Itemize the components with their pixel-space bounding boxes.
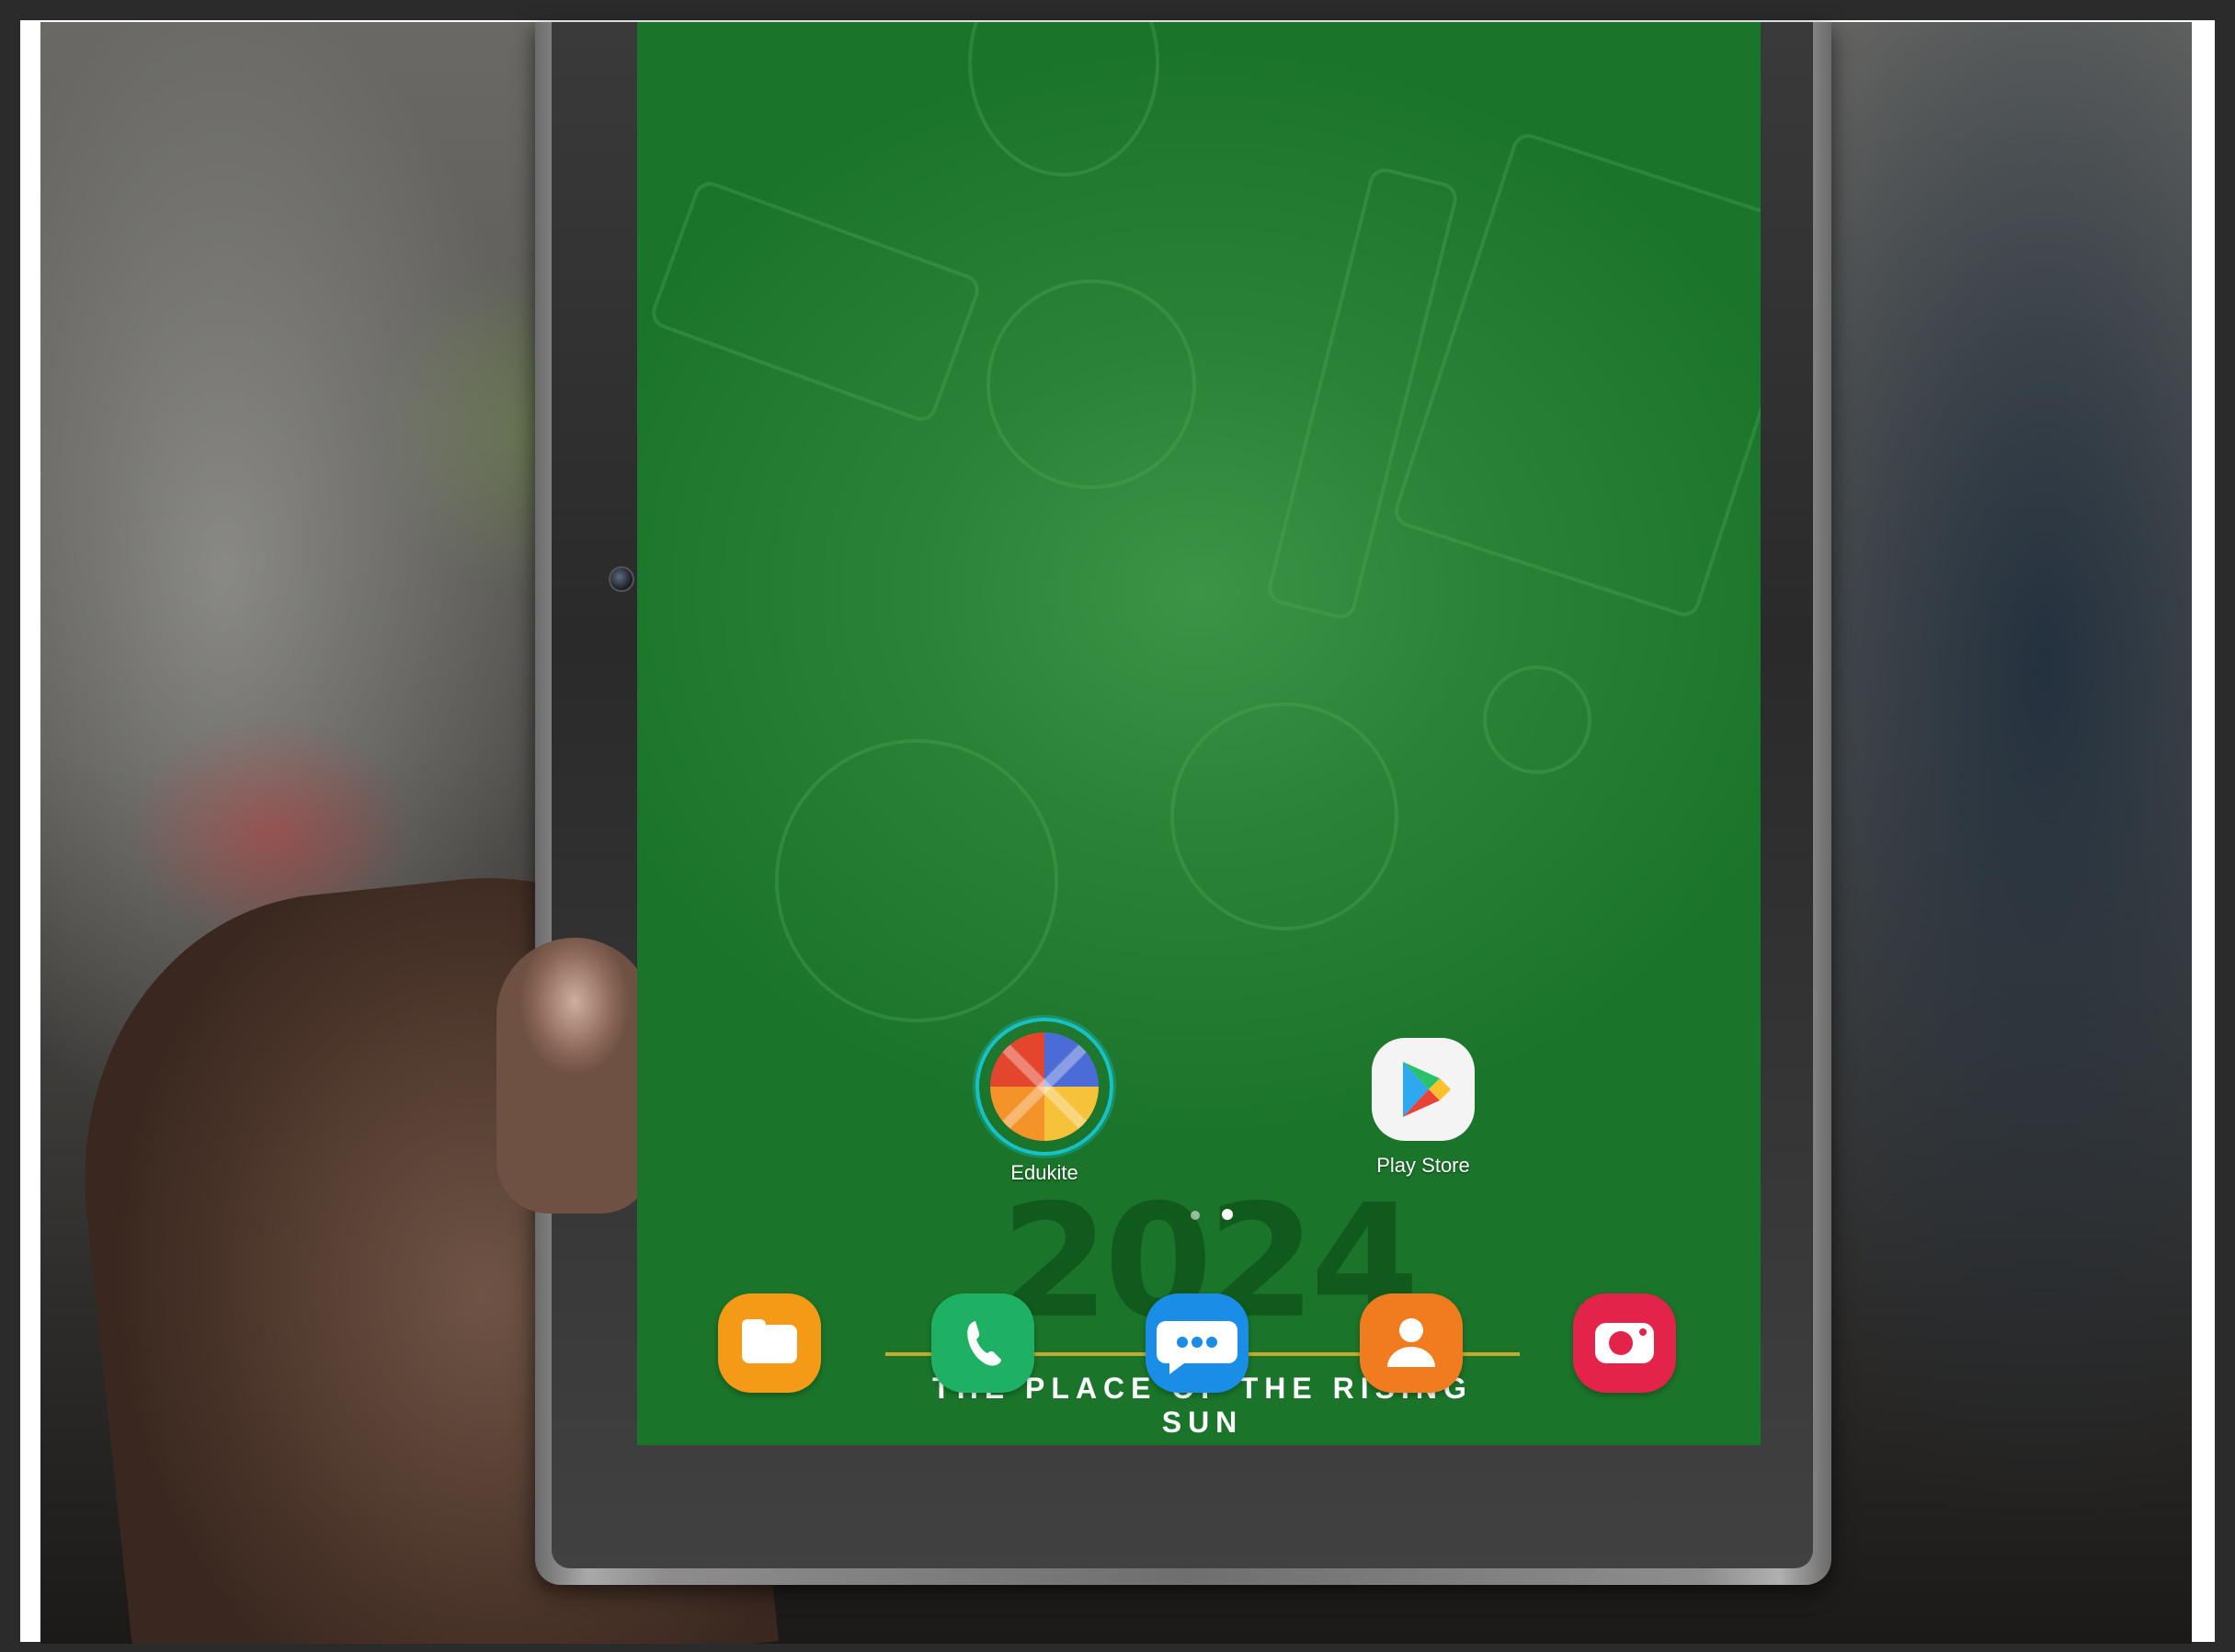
my-files-icon[interactable] — [718, 1293, 821, 1393]
contacts-icon[interactable] — [1360, 1293, 1463, 1393]
page-dot[interactable] — [1191, 1211, 1200, 1220]
app-label: Edukite — [1010, 1161, 1078, 1184]
app-play-store[interactable]: Play Store — [1354, 1038, 1492, 1178]
wallpaper-balloon — [968, 22, 1159, 177]
camera-icon[interactable] — [1573, 1293, 1676, 1393]
app-edukite[interactable]: Edukite — [975, 1018, 1113, 1185]
play-store-logo — [1403, 1062, 1451, 1117]
page-indicator — [1180, 1208, 1244, 1225]
edukite-icon — [975, 1018, 1113, 1156]
app-label: Play Store — [1376, 1154, 1470, 1177]
phone-icon[interactable] — [931, 1293, 1034, 1393]
wallpaper-magnifier — [986, 279, 1196, 489]
messages-icon[interactable] — [1146, 1293, 1249, 1393]
play-store-icon — [1372, 1038, 1475, 1141]
home-screen: 2024 THE PLACE OF THE RISING SUN Edukite… — [637, 22, 1761, 1445]
front-camera-icon — [609, 566, 634, 592]
wallpaper-book — [647, 177, 984, 427]
wallpaper-gear — [1170, 702, 1398, 930]
page-dot-active[interactable] — [1222, 1209, 1233, 1220]
wallpaper-bulb — [775, 739, 1058, 1022]
thumb — [496, 938, 653, 1213]
wallpaper-gear-small — [1483, 666, 1591, 774]
